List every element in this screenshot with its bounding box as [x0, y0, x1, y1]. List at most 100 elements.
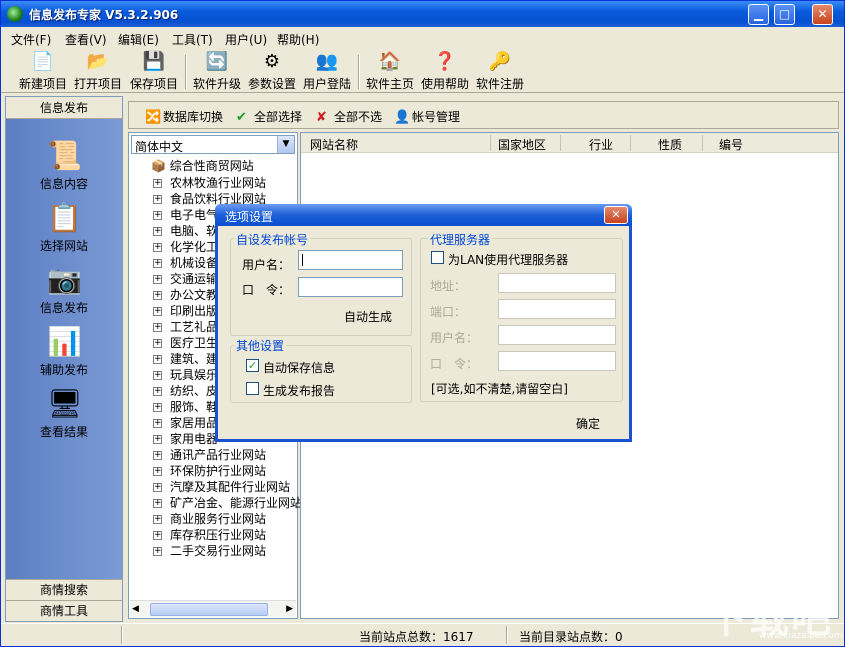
scroll-right-icon[interactable]: ▶	[286, 604, 293, 614]
tree-root[interactable]: 📦 综合性商贸网站	[151, 157, 254, 174]
expand-plus-icon[interactable]: +	[153, 435, 162, 444]
use-proxy-checkbox[interactable]	[431, 251, 444, 264]
tree-item[interactable]: + 二手交易行业网站	[153, 542, 266, 558]
menu-file[interactable]: 文件(F)	[11, 31, 51, 48]
expand-plus-icon[interactable]: +	[153, 307, 162, 316]
nav-item-select-sites[interactable]: 📋 选择网站	[6, 201, 122, 254]
password-input[interactable]	[298, 277, 403, 297]
expand-plus-icon[interactable]: +	[153, 275, 162, 284]
tree-item[interactable]: + 矿产冶金、能源行业网站	[153, 494, 302, 510]
menu-view[interactable]: 查看(V)	[65, 31, 107, 48]
expand-plus-icon[interactable]: +	[153, 371, 162, 380]
expand-plus-icon[interactable]: +	[153, 531, 162, 540]
col-nature[interactable]: 性质	[658, 136, 682, 153]
nav-item-results[interactable]: 🖥 查看结果	[6, 387, 122, 440]
col-country[interactable]: 国家地区	[498, 136, 546, 153]
expand-plus-icon[interactable]: +	[153, 195, 162, 204]
col-number[interactable]: 编号	[719, 136, 743, 153]
select-all-button[interactable]: ✔ 全部选择	[236, 108, 302, 125]
nav-footer-search[interactable]: 商情搜索	[6, 579, 122, 600]
menu-edit[interactable]: 编辑(E)	[118, 31, 159, 48]
tree-item[interactable]: + 农林牧渔行业网站	[153, 174, 266, 190]
expand-plus-icon[interactable]: +	[153, 355, 162, 364]
tree-item[interactable]: + 建筑、建	[153, 350, 218, 366]
usage-help-button[interactable]: ❓ 使用帮助	[421, 51, 469, 91]
expand-plus-icon[interactable]: +	[153, 499, 162, 508]
tree-item[interactable]: + 化学化工	[153, 238, 218, 254]
expand-plus-icon[interactable]: +	[153, 419, 162, 428]
tree-item[interactable]: + 家用电器	[153, 430, 218, 446]
col-site-name[interactable]: 网站名称	[310, 136, 358, 153]
scroll-left-icon[interactable]: ◀	[132, 604, 139, 614]
save-project-button[interactable]: 💾 保存项目	[130, 51, 178, 91]
tree-item[interactable]: + 商业服务行业网站	[153, 510, 266, 526]
software-register-button[interactable]: 🔑 软件注册	[476, 51, 524, 91]
tree-item[interactable]: + 通讯产品行业网站	[153, 446, 266, 462]
column-divider[interactable]	[490, 135, 491, 151]
menu-help[interactable]: 帮助(H)	[277, 31, 319, 48]
proxy-address-input[interactable]	[498, 273, 616, 293]
nav-item-assist[interactable]: 📊 辅助发布	[6, 325, 122, 378]
tree-item[interactable]: + 印刷出版	[153, 302, 218, 318]
tree-item[interactable]: + 医疗卫生	[153, 334, 218, 350]
auto-save-checkbox[interactable]: ✓	[246, 359, 259, 372]
column-divider[interactable]	[630, 135, 631, 151]
gen-report-checkbox[interactable]	[246, 382, 259, 395]
scroll-thumb[interactable]	[150, 603, 268, 616]
new-project-button[interactable]: 📄 新建项目	[19, 51, 67, 91]
tree-item[interactable]: + 纺织、皮	[153, 382, 218, 398]
parameter-settings-button[interactable]: ⚙ 参数设置	[248, 51, 296, 91]
tree-item[interactable]: + 机械设备	[153, 254, 218, 270]
tree-item[interactable]: + 电脑、软	[153, 222, 218, 238]
expand-plus-icon[interactable]: +	[153, 323, 162, 332]
nav-footer-tools[interactable]: 商情工具	[6, 600, 122, 621]
expand-plus-icon[interactable]: +	[153, 547, 162, 556]
expand-plus-icon[interactable]: +	[153, 403, 162, 412]
menu-tools[interactable]: 工具(T)	[172, 31, 213, 48]
open-project-button[interactable]: 📂 打开项目	[74, 51, 122, 91]
minimize-button[interactable]: ▁	[748, 4, 769, 25]
nav-header-publish[interactable]: 信息发布	[6, 97, 122, 119]
user-login-button[interactable]: 👥 用户登陆	[303, 51, 351, 91]
expand-plus-icon[interactable]: +	[153, 515, 162, 524]
username-input[interactable]	[298, 250, 403, 270]
horizontal-scrollbar[interactable]: ◀ ▶	[130, 600, 296, 617]
tree-item[interactable]: + 玩具娱乐	[153, 366, 218, 382]
proxy-pass-input[interactable]	[498, 351, 616, 371]
expand-plus-icon[interactable]: +	[153, 451, 162, 460]
tree-item[interactable]: + 汽摩及其配件行业网站	[153, 478, 290, 494]
tree-item[interactable]: + 交通运输	[153, 270, 218, 286]
db-switch-button[interactable]: 🔀 数据库切换	[145, 108, 223, 125]
tree-item[interactable]: + 环保防护行业网站	[153, 462, 266, 478]
dialog-close-button[interactable]: ✕	[604, 206, 628, 224]
tree-item[interactable]: + 库存积压行业网站	[153, 526, 266, 542]
tree-item[interactable]: + 家居用品	[153, 414, 218, 430]
software-upgrade-button[interactable]: 🔄 软件升级	[193, 51, 241, 91]
ok-button[interactable]: 确定	[576, 415, 600, 432]
tree-item[interactable]: + 电子电气	[153, 206, 218, 222]
proxy-port-input[interactable]	[498, 299, 616, 319]
account-manage-button[interactable]: 👤 帐号管理	[394, 108, 460, 125]
expand-plus-icon[interactable]: +	[153, 211, 162, 220]
deselect-all-button[interactable]: ✘ 全部不选	[316, 108, 382, 125]
expand-plus-icon[interactable]: +	[153, 227, 162, 236]
col-industry[interactable]: 行业	[589, 136, 613, 153]
tree-item[interactable]: + 服饰、鞋	[153, 398, 218, 414]
expand-plus-icon[interactable]: +	[153, 259, 162, 268]
expand-plus-icon[interactable]: +	[153, 387, 162, 396]
tree-item[interactable]: + 工艺礼品	[153, 318, 218, 334]
expand-plus-icon[interactable]: +	[153, 179, 162, 188]
nav-item-content[interactable]: 📜 信息内容	[6, 139, 122, 192]
expand-plus-icon[interactable]: +	[153, 291, 162, 300]
tree-item[interactable]: + 办公文教	[153, 286, 218, 302]
expand-plus-icon[interactable]: +	[153, 483, 162, 492]
column-divider[interactable]	[702, 135, 703, 151]
maximize-button[interactable]: □	[774, 4, 795, 25]
close-button[interactable]: ✕	[812, 4, 833, 25]
column-divider[interactable]	[560, 135, 561, 151]
chevron-down-icon[interactable]: ▼	[277, 136, 294, 153]
auto-generate-button[interactable]: 自动生成	[344, 308, 392, 325]
expand-plus-icon[interactable]: +	[153, 339, 162, 348]
menu-user[interactable]: 用户(U)	[225, 31, 267, 48]
expand-plus-icon[interactable]: +	[153, 243, 162, 252]
